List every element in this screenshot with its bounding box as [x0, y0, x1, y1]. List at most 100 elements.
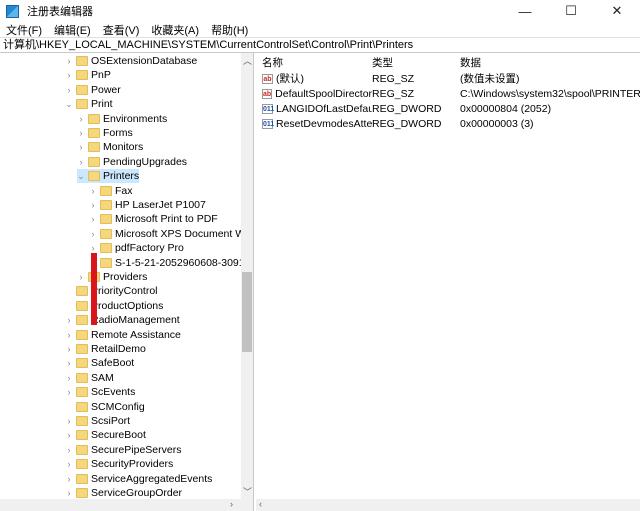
value-row[interactable]: ab (默认) REG_SZ (数值未设置): [256, 71, 640, 86]
expand-chevron-icon[interactable]: ›: [65, 459, 73, 469]
tree-item[interactable]: › Forms: [77, 126, 133, 140]
folder-icon: [100, 257, 112, 268]
tree-item[interactable]: › ServiceGroupOrder: [65, 486, 183, 500]
value-name: ResetDevmodesAtte...: [276, 117, 372, 130]
expand-chevron-icon[interactable]: ›: [65, 430, 73, 440]
column-data-header[interactable]: 数据: [460, 55, 640, 70]
tree-item[interactable]: › SecurityProviders: [65, 457, 174, 471]
tree-item[interactable]: PriorityControl: [65, 284, 158, 298]
tree-item[interactable]: SCMConfig: [65, 400, 145, 414]
tree-item[interactable]: › HP LaserJet P1007: [89, 198, 206, 212]
expand-chevron-icon[interactable]: ⌄: [77, 171, 85, 182]
expand-chevron-icon[interactable]: ›: [77, 272, 85, 282]
tree-item[interactable]: › Remote Assistance: [65, 328, 181, 342]
tree-vertical-scrollbar[interactable]: ︿ ﹀: [241, 53, 253, 499]
string-value-icon: ab: [262, 88, 273, 99]
menu-help[interactable]: 帮助(H): [205, 22, 254, 38]
value-data: 0x00000804 (2052): [460, 102, 552, 115]
folder-icon: [76, 372, 88, 383]
scroll-up-icon[interactable]: ︿: [243, 54, 252, 67]
scrollbar-thumb[interactable]: [242, 272, 252, 352]
tree-item[interactable]: › Microsoft XPS Document Write: [89, 227, 254, 241]
tree-item[interactable]: › RetailDemo: [65, 342, 146, 356]
value-row[interactable]: ab DefaultSpoolDirectory REG_SZ C:\Windows\…: [256, 86, 640, 101]
value-name: DefaultSpoolDirectory: [275, 87, 372, 100]
close-button[interactable]: ✕: [594, 0, 640, 22]
maximize-button[interactable]: ☐: [548, 0, 594, 22]
expand-chevron-icon[interactable]: ›: [65, 330, 73, 340]
tree-item-label: PnP: [91, 69, 111, 82]
tree-item[interactable]: › PendingUpgrades: [77, 155, 188, 169]
tree-item-label: Microsoft XPS Document Write: [115, 227, 254, 240]
value-type: REG_DWORD: [372, 102, 442, 115]
expand-chevron-icon[interactable]: ›: [65, 56, 73, 66]
tree-item[interactable]: › Fax: [89, 184, 133, 198]
tree-item[interactable]: › RadioManagement: [65, 313, 180, 327]
folder-icon: [76, 286, 88, 297]
tree-item-label: ProductOptions: [91, 299, 164, 312]
tree-item[interactable]: › ScsiPort: [65, 414, 131, 428]
expand-chevron-icon[interactable]: ›: [65, 474, 73, 484]
expand-chevron-icon[interactable]: ›: [89, 186, 97, 196]
expand-chevron-icon[interactable]: ›: [77, 114, 85, 124]
folder-icon: [88, 142, 100, 153]
tree-item[interactable]: › Monitors: [77, 140, 144, 154]
tree-item[interactable]: › ScEvents: [65, 385, 136, 399]
scroll-right-icon[interactable]: ›: [230, 499, 233, 509]
tree-item[interactable]: ›S-1-5-21-2052960608-3091730: [89, 256, 254, 270]
menu-file[interactable]: 文件(F): [0, 22, 48, 38]
column-name-header[interactable]: 名称: [256, 55, 372, 70]
expand-chevron-icon[interactable]: ›: [77, 128, 85, 138]
expand-chevron-icon[interactable]: ›: [65, 387, 73, 397]
tree-item[interactable]: › ServiceAggregatedEvents: [65, 472, 213, 486]
tree-item[interactable]: › SAM: [65, 371, 114, 385]
expand-chevron-icon[interactable]: ›: [77, 142, 85, 152]
menu-edit[interactable]: 编辑(E): [48, 22, 97, 38]
scroll-left-icon[interactable]: ‹: [259, 499, 262, 509]
tree-item[interactable]: › SecurePipeServers: [65, 443, 182, 457]
tree-item[interactable]: › PnP: [65, 68, 111, 82]
tree-item[interactable]: ⌄ Printers: [77, 169, 140, 184]
expand-chevron-icon[interactable]: ⌄: [65, 99, 73, 110]
tree-item[interactable]: ⌄ Print: [65, 97, 112, 111]
value-data: (数值未设置): [460, 73, 520, 85]
expand-chevron-icon[interactable]: ›: [89, 200, 97, 210]
minimize-button[interactable]: —: [502, 0, 548, 22]
tree-item[interactable]: › Providers: [77, 270, 148, 284]
tree-item[interactable]: › Environments: [77, 112, 168, 126]
expand-chevron-icon[interactable]: ›: [89, 214, 97, 224]
value-row[interactable]: 011LANGIDOfLastDefault...REG_DWORD 0x0000…: [256, 101, 640, 116]
expand-chevron-icon[interactable]: ›: [89, 229, 97, 239]
folder-icon: [76, 329, 88, 340]
folder-icon: [100, 214, 112, 225]
menu-favorites[interactable]: 收藏夹(A): [145, 22, 205, 38]
list-horizontal-scrollbar[interactable]: ‹: [256, 499, 640, 511]
value-type: REG_SZ: [372, 72, 415, 85]
tree-horizontal-scrollbar[interactable]: ›: [0, 499, 253, 511]
expand-chevron-icon[interactable]: ›: [65, 70, 73, 80]
expand-chevron-icon[interactable]: ›: [65, 373, 73, 383]
string-value-icon: ab: [262, 73, 273, 84]
expand-chevron-icon[interactable]: ›: [77, 157, 85, 167]
tree-item[interactable]: › SafeBoot: [65, 356, 135, 370]
expand-chevron-icon[interactable]: ›: [89, 243, 97, 253]
expand-chevron-icon[interactable]: ›: [65, 315, 73, 325]
expand-chevron-icon[interactable]: ›: [65, 445, 73, 455]
expand-chevron-icon[interactable]: ›: [65, 416, 73, 426]
tree-item[interactable]: › Microsoft Print to PDF: [89, 212, 218, 226]
column-type-header[interactable]: 类型: [372, 55, 460, 70]
tree-item[interactable]: ProductOptions: [65, 299, 163, 313]
tree-item[interactable]: › OSExtensionDatabase: [65, 54, 198, 68]
scroll-down-icon[interactable]: ﹀: [243, 485, 252, 498]
expand-chevron-icon[interactable]: ›: [65, 344, 73, 354]
expand-chevron-icon[interactable]: ›: [65, 358, 73, 368]
tree-item-label: Power: [91, 83, 121, 96]
tree-item[interactable]: › SecureBoot: [65, 428, 146, 442]
expand-chevron-icon[interactable]: ›: [65, 85, 73, 95]
menu-view[interactable]: 查看(V): [97, 22, 146, 38]
address-bar[interactable]: 计算机\HKEY_LOCAL_MACHINE\SYSTEM\CurrentCon…: [0, 37, 640, 53]
value-row[interactable]: 011 ResetDevmodesAtte... REG_DWORD 0x000000…: [256, 116, 640, 131]
tree-item[interactable]: › pdfFactory Pro: [89, 241, 184, 255]
expand-chevron-icon[interactable]: ›: [65, 488, 73, 498]
tree-item[interactable]: › Power: [65, 83, 121, 97]
